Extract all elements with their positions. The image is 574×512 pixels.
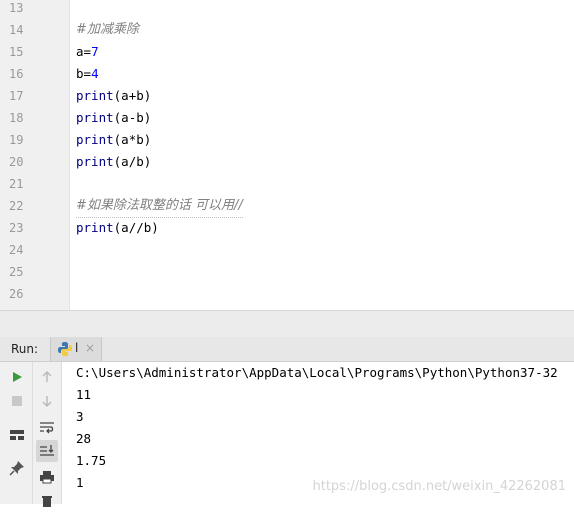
code-keyword: print <box>76 132 114 147</box>
code-token: (a/b) <box>113 154 152 169</box>
clear-all-button[interactable] <box>36 490 58 512</box>
run-tab-label: l <box>75 341 79 355</box>
code-keyword: print <box>76 88 114 103</box>
scroll-down-button[interactable] <box>36 390 58 412</box>
pin-button[interactable] <box>6 457 28 479</box>
run-toolbar-secondary <box>33 362 62 507</box>
python-icon <box>58 342 72 356</box>
line-number: 16 <box>9 67 24 81</box>
scroll-to-end-icon <box>40 445 54 456</box>
line-number: 15 <box>9 45 24 59</box>
run-toolbar-primary <box>0 362 33 504</box>
console-command-line: C:\Users\Administrator\AppData\Local\Pro… <box>76 365 558 380</box>
scroll-up-button[interactable] <box>36 366 58 388</box>
console-output-line: 1 <box>76 475 84 490</box>
layout-button[interactable] <box>6 424 28 446</box>
code-comment-floor-division[interactable]: #如果除法取整的话 可以用// <box>76 195 243 218</box>
close-icon[interactable]: × <box>85 341 95 355</box>
line-number: 20 <box>9 155 24 169</box>
stop-icon <box>12 396 22 406</box>
code-keyword: print <box>76 110 114 125</box>
line-number: 22 <box>9 199 24 213</box>
line-number: 14 <box>9 23 24 37</box>
code-keyword: print <box>76 154 114 169</box>
stop-button[interactable] <box>6 390 28 412</box>
soft-wrap-icon <box>40 422 54 434</box>
code-line-print-div[interactable]: print(a/b) <box>76 151 151 173</box>
code-token: (a+b) <box>113 88 152 103</box>
console-output-line: 3 <box>76 409 84 424</box>
code-line-print-floordiv[interactable]: print(a//b) <box>76 217 159 239</box>
code-line-print-sub[interactable]: print(a-b) <box>76 107 151 129</box>
code-token: b= <box>76 66 92 81</box>
line-number: 13 <box>9 1 24 15</box>
scroll-to-end-button[interactable] <box>36 440 58 462</box>
code-token: (a*b) <box>113 132 152 147</box>
panel-splitter[interactable] <box>0 310 574 338</box>
soft-wrap-button[interactable] <box>36 416 58 438</box>
line-number: 24 <box>9 243 24 257</box>
code-line-assign-b[interactable]: b=4 <box>76 63 99 85</box>
code-number: 7 <box>91 44 99 59</box>
code-line-print-add[interactable]: print(a+b) <box>76 85 151 107</box>
layout-icon <box>10 430 24 440</box>
run-tool-window-header: Run: l × <box>0 337 574 362</box>
line-number: 21 <box>9 177 24 191</box>
code-token: (a//b) <box>113 220 159 235</box>
line-number: 23 <box>9 221 24 235</box>
arrow-up-icon <box>42 371 52 382</box>
play-icon <box>13 372 22 382</box>
rerun-button[interactable] <box>6 366 28 388</box>
trash-icon <box>42 496 52 507</box>
code-editor[interactable]: 13 14 15 16 17 18 19 20 21 22 23 24 25 2… <box>0 0 574 310</box>
console-output-line: 1.75 <box>76 453 107 468</box>
console-output-line: 11 <box>76 387 92 402</box>
line-number-gutter: 13 14 15 16 17 18 19 20 21 22 23 24 25 2… <box>0 0 70 310</box>
code-keyword: print <box>76 220 114 235</box>
print-icon <box>40 471 54 484</box>
console-output-line: 28 <box>76 431 92 446</box>
code-token: a= <box>76 44 92 59</box>
watermark: https://blog.csdn.net/weixin_42262081 <box>312 479 566 494</box>
line-number: 19 <box>9 133 24 147</box>
code-line-assign-a[interactable]: a=7 <box>76 41 99 63</box>
run-config-tab[interactable]: l × <box>50 337 102 361</box>
code-comment-arithmetic[interactable]: #加减乘除 <box>76 19 139 41</box>
line-number: 25 <box>9 265 24 279</box>
run-title: Run: <box>11 342 39 356</box>
code-number: 4 <box>91 66 99 81</box>
print-button[interactable] <box>36 466 58 488</box>
arrow-down-icon <box>42 396 52 407</box>
line-number: 17 <box>9 89 24 103</box>
code-line-print-mul[interactable]: print(a*b) <box>76 129 151 151</box>
code-token: (a-b) <box>113 110 152 125</box>
pin-icon <box>9 461 24 476</box>
line-number: 26 <box>9 287 24 301</box>
line-number: 18 <box>9 111 24 125</box>
